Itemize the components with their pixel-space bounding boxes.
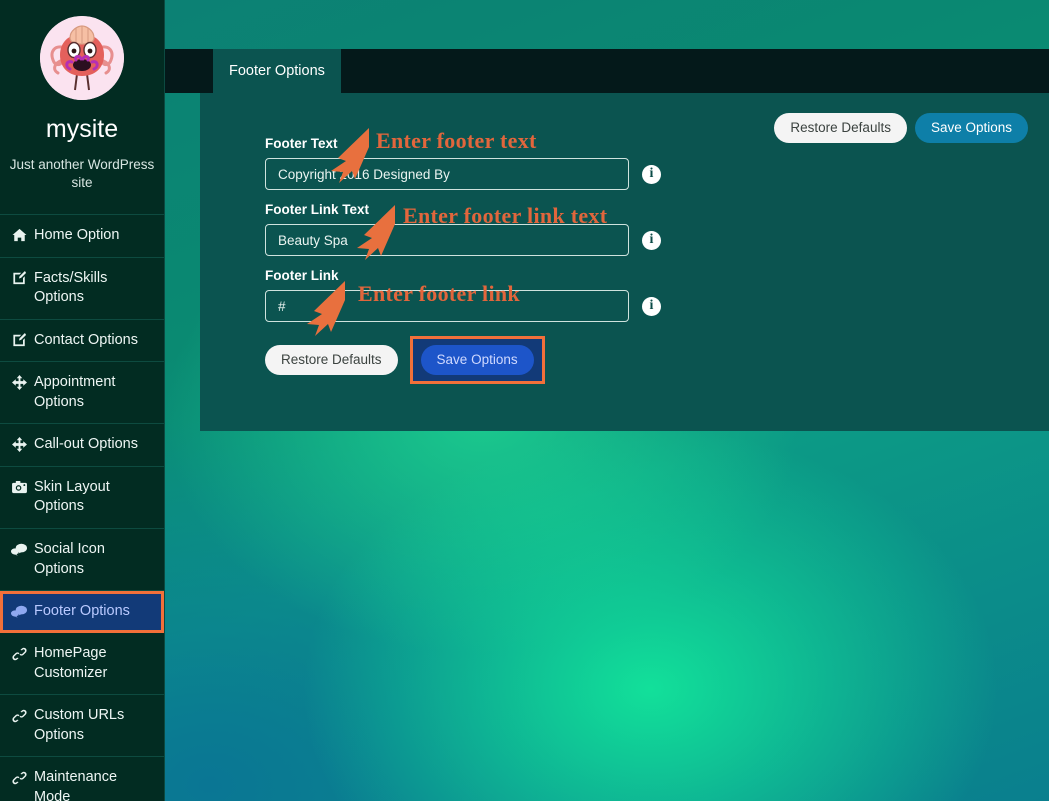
sidebar-item-call-out-options[interactable]: Call-out Options <box>0 424 164 467</box>
sidebar-item-label: Maintenance Mode <box>34 769 118 801</box>
info-icon[interactable]: i <box>642 164 661 184</box>
field-footer-text: Footer Text i <box>265 135 885 190</box>
info-icon[interactable]: i <box>642 230 661 250</box>
sidebar-item-label: Facts/Skills Options <box>34 269 108 306</box>
field-footer-link-text: Footer Link Text i <box>265 201 885 256</box>
input-row: i <box>265 290 885 322</box>
field-label: Footer Text <box>265 136 338 151</box>
move-icon <box>11 374 27 391</box>
sidebar-item-label: HomePage Customizer <box>34 645 108 681</box>
sidebar-item-social-icon-options[interactable]: Social Icon Options <box>0 529 164 592</box>
input-footer-link[interactable] <box>265 290 629 322</box>
sidebar-menu: Home Option Facts/Skills Options Contact O… <box>0 213 164 801</box>
options-panel: Restore Defaults Save Options Footer Tex… <box>200 93 1049 431</box>
camera-icon <box>11 479 27 496</box>
input-footer-link-text[interactable] <box>265 224 629 256</box>
save-options-button-bottom[interactable]: Save Options <box>420 345 534 376</box>
panel-bottom-buttons: Restore Defaults Save Options <box>265 336 885 385</box>
footer-options-form: Footer TextiFooter Link TextiFooter Link… <box>265 135 885 385</box>
field-label: Footer Link <box>265 268 339 283</box>
sidebar-item-facts-skills-options[interactable]: Facts/Skills Options <box>0 258 164 320</box>
avatar <box>40 16 124 100</box>
field-footer-link: Footer Link i <box>265 267 885 322</box>
field-label: Footer Link Text <box>265 202 370 217</box>
save-options-highlight: Save Options <box>409 336 545 385</box>
sidebar-item-label: Skin Layout Options <box>34 478 110 515</box>
input-footer-text[interactable] <box>265 158 629 190</box>
sidebar-item-label: Contact Options <box>34 331 138 348</box>
bubbles-icon <box>11 603 27 620</box>
home-icon <box>11 227 27 244</box>
save-options-button-top[interactable]: Save Options <box>914 113 1028 144</box>
sidebar-item-custom-urls-options[interactable]: Custom URLs Options <box>0 695 164 758</box>
info-icon[interactable]: i <box>642 296 661 316</box>
sidebar-item-label: Call-out Options <box>34 436 138 453</box>
sidebar-item-skin-layout-options[interactable]: Skin Layout Options <box>0 467 164 529</box>
edit-icon <box>11 332 27 349</box>
sidebar-item-label: Appointment Options <box>34 374 116 410</box>
sidebar-item-homepage-customizer[interactable]: HomePage Customizer <box>0 633 164 696</box>
input-row: i <box>265 158 885 190</box>
sidebar-item-footer-options[interactable]: Footer Options <box>0 591 164 634</box>
site-title: mysite <box>45 115 119 143</box>
link-icon <box>11 769 27 786</box>
edit-icon <box>11 270 27 287</box>
sidebar-item-label: Social Icon Options <box>34 541 105 577</box>
sidebar-item-maintenance-mode[interactable]: Maintenance Mode <box>0 757 164 801</box>
site-brand: mysite Just another WordPress site <box>0 0 164 206</box>
sidebar: mysite Just another WordPress site Home … <box>0 0 165 801</box>
sidebar-item-home-option[interactable]: Home Option <box>0 215 164 258</box>
brain-monster-avatar-icon <box>40 16 124 100</box>
sidebar-item-label: Custom URLs Options <box>34 707 125 743</box>
sidebar-item-appointment-options[interactable]: Appointment Options <box>0 362 164 425</box>
bubbles-icon <box>11 541 27 558</box>
input-row: i <box>265 224 885 256</box>
link-icon <box>11 707 27 724</box>
tab-footer-options[interactable]: Footer Options <box>213 49 341 93</box>
sidebar-item-contact-options[interactable]: Contact Options <box>0 320 164 363</box>
link-icon <box>11 645 27 662</box>
sidebar-item-label: Footer Options <box>34 603 130 620</box>
restore-defaults-button-bottom[interactable]: Restore Defaults <box>265 345 398 376</box>
move-icon <box>11 436 27 453</box>
site-description: Just another WordPress site <box>9 156 155 190</box>
tab-strip: Footer Options <box>165 49 1049 93</box>
sidebar-item-label: Home Option <box>34 226 120 243</box>
